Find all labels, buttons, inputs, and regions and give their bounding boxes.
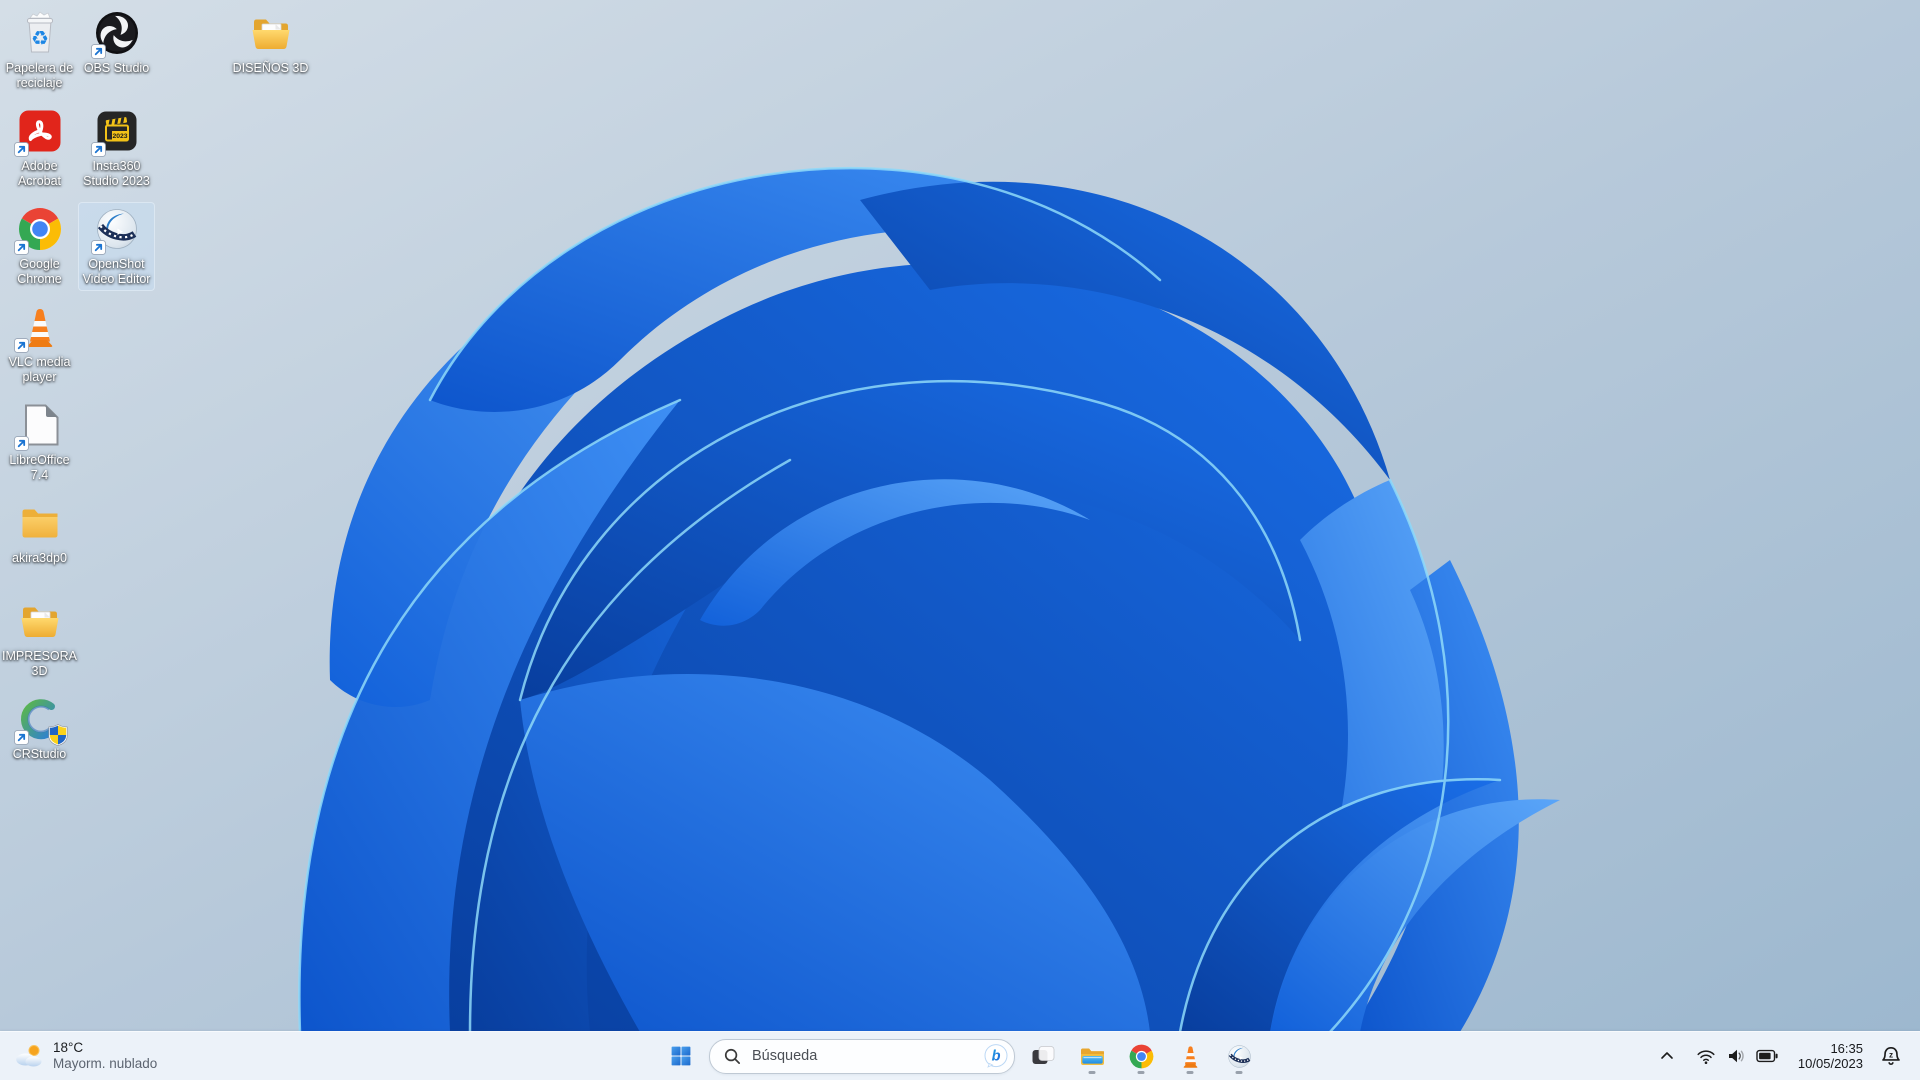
- recycle-bin-icon: ♻: [16, 9, 64, 57]
- taskbar-button-openshot[interactable]: [1218, 1036, 1260, 1076]
- search-icon: [723, 1047, 742, 1066]
- desktop-icon-label: akira3dp0: [12, 551, 67, 565]
- chrome-icon: [1128, 1043, 1155, 1070]
- taskbar-button-google-chrome[interactable]: [1120, 1036, 1162, 1076]
- vlc-icon: [1177, 1043, 1204, 1070]
- running-indicator: [1235, 1071, 1243, 1074]
- chevron-up-icon: [1661, 1052, 1673, 1059]
- uac-shield-icon: [48, 724, 68, 746]
- clock-time: 16:35: [1830, 1041, 1863, 1056]
- search-box[interactable]: Búsqueda b: [709, 1038, 1015, 1074]
- notification-bell-button[interactable]: z: [1874, 1038, 1908, 1074]
- clock-date: 10/05/2023: [1797, 1056, 1863, 1071]
- desktop-icon-libreoffice[interactable]: LibreOffice 7.4: [1, 398, 78, 487]
- desktop-icon-openshot[interactable]: OpenShot Video Editor: [78, 202, 155, 291]
- weather-widget[interactable]: 18°C Mayorm. nublado: [0, 1032, 175, 1080]
- running-indicator: [1186, 1071, 1194, 1074]
- desktop-icon-crstudio[interactable]: CRStudio: [1, 692, 78, 766]
- openshot-icon: [1226, 1043, 1253, 1070]
- battery-icon: [1756, 1049, 1778, 1063]
- desktop-icon-adobe-acrobat[interactable]: Adobe Acrobat: [1, 104, 78, 193]
- folder-open-icon: [247, 9, 295, 57]
- shortcut-arrow-icon: [13, 730, 29, 745]
- tray-chevron-button[interactable]: [1653, 1038, 1681, 1074]
- folder-open-icon: [16, 597, 64, 645]
- search-placeholder: Búsqueda: [752, 1048, 818, 1064]
- desktop-icon-label: Adobe Acrobat: [17, 159, 62, 188]
- svg-text:z: z: [1889, 1051, 1893, 1060]
- volume-icon: [1728, 1049, 1744, 1063]
- wifi-icon: [1697, 1050, 1715, 1064]
- desktop-icon-label: VLC media player: [8, 355, 71, 384]
- desktop-icon-google-chrome[interactable]: Google Chrome: [1, 202, 78, 291]
- svg-text:2023: 2023: [112, 133, 127, 140]
- desktop-icon-label: DISEÑOS 3D: [232, 61, 309, 75]
- desktop-icon-impresora-3d[interactable]: IMPRESORA 3D: [1, 594, 78, 683]
- taskbar-app-icons: [1022, 1036, 1260, 1076]
- system-tray-status[interactable]: [1687, 1038, 1787, 1074]
- shortcut-arrow-icon: [13, 338, 29, 353]
- notification-bell-icon: z: [1882, 1047, 1900, 1065]
- desktop-icon-label: IMPRESORA 3D: [1, 649, 77, 678]
- shortcut-arrow-icon: [13, 436, 29, 451]
- taskbar: 18°C Mayorm. nublado Búsqueda b 16:35 10…: [0, 1031, 1920, 1080]
- windows-start-icon: [669, 1044, 693, 1068]
- desktop-icon-label: Insta360 Studio 2023: [83, 159, 150, 188]
- desktop-icon-insta360-studio[interactable]: 2023 Insta360 Studio 2023: [78, 104, 155, 193]
- shortcut-arrow-icon: [13, 142, 29, 157]
- shortcut-arrow-icon: [90, 44, 106, 59]
- file-explorer-icon: [1079, 1043, 1106, 1070]
- running-indicator: [1137, 1071, 1145, 1074]
- shortcut-arrow-icon: [90, 240, 106, 255]
- folder-closed-icon: [16, 499, 64, 547]
- bing-chat-icon[interactable]: b: [983, 1043, 1009, 1069]
- taskbar-button-task-view[interactable]: [1022, 1036, 1064, 1076]
- clock[interactable]: 16:35 10/05/2023: [1793, 1038, 1868, 1074]
- desktop-icon-label: Papelera de reciclaje: [5, 61, 74, 90]
- taskbar-button-vlc[interactable]: [1169, 1036, 1211, 1076]
- desktop-icon-label: LibreOffice 7.4: [9, 453, 70, 482]
- shortcut-arrow-icon: [90, 142, 106, 157]
- desktop-icon-disenos-3d[interactable]: DISEÑOS 3D: [232, 6, 309, 80]
- desktop-icon-grid[interactable]: ♻ Papelera de reciclaje OBS Studio DISEÑOS …: [0, 0, 1920, 1032]
- desktop-icon-obs-studio[interactable]: OBS Studio: [78, 6, 155, 80]
- taskbar-button-file-explorer[interactable]: [1071, 1036, 1113, 1076]
- desktop-icon-akira3dp0[interactable]: akira3dp0: [1, 496, 78, 570]
- task-view-icon: [1030, 1043, 1057, 1070]
- shortcut-arrow-icon: [13, 240, 29, 255]
- running-indicator: [1088, 1071, 1096, 1074]
- weather-cloud-sun-icon: [14, 1041, 44, 1071]
- svg-text:b: b: [992, 1049, 1001, 1065]
- windows-desktop[interactable]: { "desktop": { "icons": [ {"id":"recycle…: [0, 0, 1920, 1080]
- desktop-icon-label: Google Chrome: [17, 257, 62, 286]
- desktop-icon-label: OBS Studio: [83, 61, 150, 75]
- desktop-icon-label: CRStudio: [12, 747, 67, 761]
- desktop-icon-recycle-bin[interactable]: ♻ Papelera de reciclaje: [1, 6, 78, 95]
- desktop-icon-vlc[interactable]: VLC media player: [1, 300, 78, 389]
- desktop-icon-label: OpenShot Video Editor: [82, 257, 151, 286]
- start-button[interactable]: [660, 1036, 702, 1076]
- weather-temperature: 18°C: [53, 1040, 84, 1055]
- svg-text:♻: ♻: [31, 26, 49, 50]
- weather-condition: Mayorm. nublado: [53, 1056, 158, 1071]
